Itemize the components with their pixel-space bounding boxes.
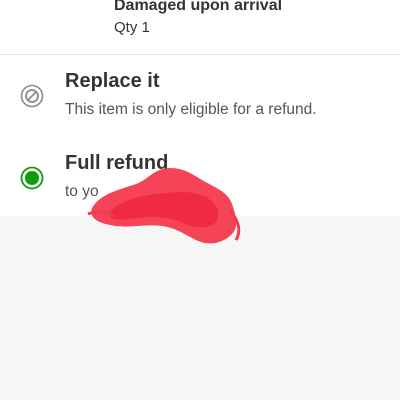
return-options-screen: Damaged upon arrival Qty 1 Replace it Th… bbox=[0, 0, 400, 400]
full-refund-option[interactable]: Full refund to yo bbox=[0, 152, 400, 222]
selected-radio-icon[interactable] bbox=[20, 166, 44, 190]
return-reason: Damaged upon arrival bbox=[114, 0, 283, 14]
item-quantity: Qty 1 bbox=[114, 19, 150, 36]
divider bbox=[0, 54, 400, 55]
replace-option: Replace it This item is only eligible fo… bbox=[0, 70, 400, 140]
return-options-card: Damaged upon arrival Qty 1 Replace it Th… bbox=[0, 0, 400, 216]
disabled-radio-icon bbox=[20, 84, 44, 108]
full-refund-option-description: to yo bbox=[65, 183, 99, 200]
replace-option-title: Replace it bbox=[65, 70, 160, 92]
replace-option-description: This item is only eligible for a refund. bbox=[65, 101, 317, 118]
full-refund-option-title: Full refund bbox=[65, 152, 169, 174]
